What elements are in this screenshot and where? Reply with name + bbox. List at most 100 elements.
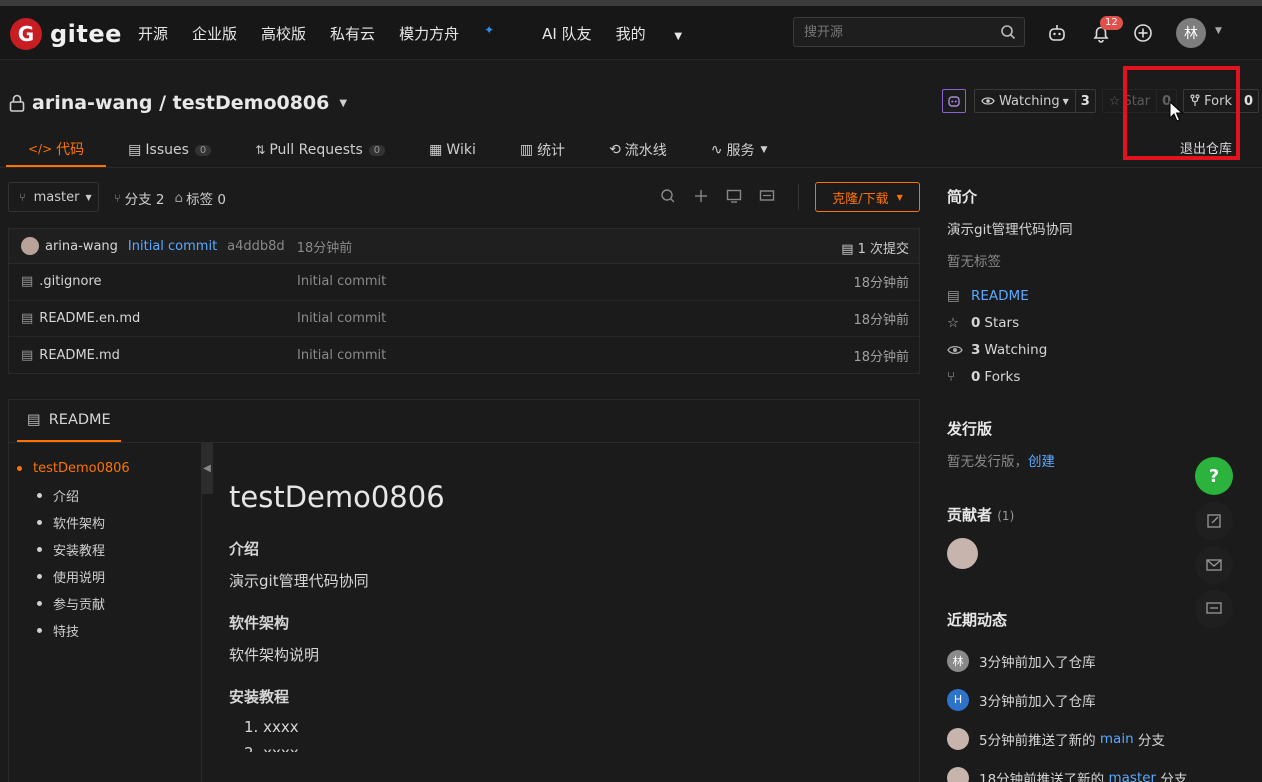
commit-total[interactable]: ▤ 1 次提交 bbox=[841, 238, 909, 257]
activity-avatar[interactable] bbox=[947, 766, 969, 782]
toc-item[interactable]: 使用说明 bbox=[17, 563, 197, 590]
add-file-icon[interactable] bbox=[693, 188, 709, 204]
activity-avatar[interactable] bbox=[947, 727, 969, 750]
tab-stats[interactable]: ▥ 统计 bbox=[498, 133, 587, 167]
exit-repo-link[interactable]: 退出仓库 bbox=[1180, 138, 1232, 157]
repo-name-link[interactable]: testDemo0806 bbox=[173, 92, 330, 114]
watch-button[interactable]: Watching ▼ bbox=[975, 90, 1076, 112]
toc-item-label: 使用说明 bbox=[53, 571, 106, 586]
comment-icon[interactable] bbox=[759, 188, 775, 204]
star-icon: ☆ bbox=[1108, 93, 1121, 109]
fork-count[interactable]: 0 bbox=[1239, 94, 1258, 109]
nav-link-enterprise[interactable]: 企业版 bbox=[192, 23, 237, 44]
toc-item-title[interactable]: testDemo0806 bbox=[17, 455, 197, 482]
contributors-title: 贡献者 bbox=[947, 506, 993, 524]
file-time: 18分钟前 bbox=[853, 276, 909, 292]
nav-link-education[interactable]: 高校版 bbox=[261, 23, 306, 44]
commit-message[interactable]: Initial commit bbox=[128, 239, 217, 254]
readme-tab[interactable]: ▤ README bbox=[17, 400, 121, 442]
tab-pull-requests[interactable]: ⇅ Pull Requests 0 bbox=[233, 133, 407, 167]
activity-avatar[interactable]: 林 bbox=[947, 649, 969, 672]
clone-download-button[interactable]: 克隆/下载 ▼ bbox=[815, 182, 920, 212]
tab-wiki-label: Wiki bbox=[446, 142, 476, 158]
readme-tab-label: README bbox=[48, 412, 111, 428]
search-input[interactable] bbox=[804, 23, 994, 41]
toolbar-separator bbox=[798, 184, 799, 210]
tab-pipeline-label: 流水线 bbox=[624, 143, 667, 159]
toc-item[interactable]: 参与贡献 bbox=[17, 590, 197, 617]
robot-icon[interactable] bbox=[1047, 23, 1067, 43]
user-avatar[interactable]: 林 bbox=[1176, 18, 1206, 48]
file-row: ▤ README.md Initial commit 18分钟前 bbox=[9, 337, 919, 374]
edit-icon bbox=[1207, 514, 1221, 528]
file-commit-message[interactable]: Initial commit bbox=[297, 274, 386, 289]
tags-link[interactable]: 标签 0 bbox=[186, 188, 226, 208]
help-button[interactable]: ? bbox=[1195, 457, 1233, 495]
commit-author-avatar[interactable] bbox=[21, 237, 39, 255]
nav-link-moli-label: 模力方舟 bbox=[399, 25, 460, 43]
activity-branch-link[interactable]: main bbox=[1100, 731, 1134, 747]
file-name[interactable]: README.md bbox=[39, 348, 289, 363]
watch-chevron-icon: ▼ bbox=[1062, 96, 1069, 106]
chat-button[interactable] bbox=[1195, 590, 1233, 628]
file-name[interactable]: .gitignore bbox=[39, 274, 289, 289]
tab-wiki[interactable]: ▦ Wiki bbox=[407, 133, 498, 167]
file-search-icon[interactable] bbox=[660, 188, 676, 204]
activity-suffix: 分支 bbox=[1156, 771, 1188, 782]
activity-item: 18分钟前推送了新的 master 分支 bbox=[947, 758, 1237, 782]
watching-stat[interactable]: 3 Watching bbox=[947, 336, 1237, 363]
tab-issues[interactable]: ▤ Issues 0 bbox=[106, 133, 233, 167]
repo-owner-link[interactable]: arina-wang bbox=[32, 92, 152, 114]
stars-stat[interactable]: ☆ 0 Stars bbox=[947, 309, 1237, 336]
tab-services[interactable]: ∿ 服务 ▼ bbox=[689, 133, 790, 167]
toc-item-label: 参与贡献 bbox=[53, 598, 106, 613]
nav-link-opensource[interactable]: 开源 bbox=[138, 23, 168, 44]
toc-item[interactable]: 介绍 bbox=[17, 482, 197, 509]
mail-button[interactable] bbox=[1195, 546, 1233, 584]
nav-link-ai-teammate[interactable]: AI 队友 bbox=[542, 23, 591, 44]
tab-pipeline[interactable]: ⟲ 流水线 bbox=[587, 133, 689, 167]
tab-code[interactable]: </> 代码 bbox=[6, 133, 107, 167]
nav-link-mine-label: 我的 bbox=[615, 25, 646, 43]
nav-link-mine[interactable]: 我的 ▼ bbox=[616, 23, 707, 44]
toc-item[interactable]: 特技 bbox=[17, 617, 197, 644]
pulse-icon: ∿ bbox=[710, 142, 723, 158]
repo-sidebar: 简介 演示git管理代码协同 暂无标签 ▤ README ☆ 0 Stars 3… bbox=[947, 180, 1237, 782]
watching-count: 3 bbox=[971, 341, 981, 358]
watch-count[interactable]: 3 bbox=[1076, 94, 1095, 109]
commit-sha[interactable]: a4ddb8d bbox=[227, 239, 285, 254]
file-name[interactable]: README.en.md bbox=[39, 311, 289, 326]
forks-stat[interactable]: ⑂ 0 Forks bbox=[947, 363, 1237, 390]
nav-link-moli[interactable]: 模力方舟 ✦ bbox=[399, 23, 518, 44]
file-commit-message[interactable]: Initial commit bbox=[297, 311, 386, 326]
nav-link-private-cloud[interactable]: 私有云 bbox=[330, 23, 375, 44]
feedback-button[interactable] bbox=[1195, 502, 1233, 540]
activity-avatar[interactable]: H bbox=[947, 688, 969, 711]
plus-circle-icon[interactable] bbox=[1133, 23, 1153, 43]
tabs-divider bbox=[0, 167, 1262, 168]
contributors-heading: 贡献者 (1) bbox=[947, 498, 1237, 532]
gitee-ai-icon[interactable] bbox=[942, 89, 966, 113]
activity-branch-link[interactable]: master bbox=[1108, 770, 1156, 782]
help-icon: ? bbox=[1208, 465, 1220, 487]
repo-chevron-down-icon[interactable]: ▼ bbox=[339, 98, 347, 109]
toc-item[interactable]: 安装教程 bbox=[17, 536, 197, 563]
branch-chevron-icon: ▼ bbox=[85, 192, 92, 202]
commit-author[interactable]: arina-wang bbox=[45, 239, 118, 254]
gitee-logo[interactable]: G gitee bbox=[10, 18, 122, 50]
toc-collapse-handle[interactable]: ◀ bbox=[201, 442, 213, 494]
create-release-link[interactable]: 创建 bbox=[1028, 454, 1055, 470]
activity-heading: 近期动态 bbox=[947, 611, 1008, 629]
branches-link[interactable]: 分支 2 bbox=[125, 188, 165, 208]
activity-suffix: 分支 bbox=[1133, 732, 1165, 749]
web-ide-icon[interactable] bbox=[726, 188, 742, 204]
repo-tabs: </> 代码 ▤ Issues 0 ⇅ Pull Requests 0 ▦ Wi… bbox=[6, 133, 789, 167]
file-commit-message[interactable]: Initial commit bbox=[297, 348, 386, 363]
contributor-avatar[interactable] bbox=[947, 538, 978, 569]
branch-selector[interactable]: ⑂ master ▼ bbox=[8, 182, 99, 212]
avatar-chevron-down-icon[interactable]: ▼ bbox=[1215, 26, 1222, 36]
readme-link[interactable]: README bbox=[971, 288, 1029, 304]
toc-item[interactable]: 软件架构 bbox=[17, 509, 197, 536]
search-box bbox=[793, 17, 1025, 47]
search-icon[interactable] bbox=[1000, 24, 1016, 40]
